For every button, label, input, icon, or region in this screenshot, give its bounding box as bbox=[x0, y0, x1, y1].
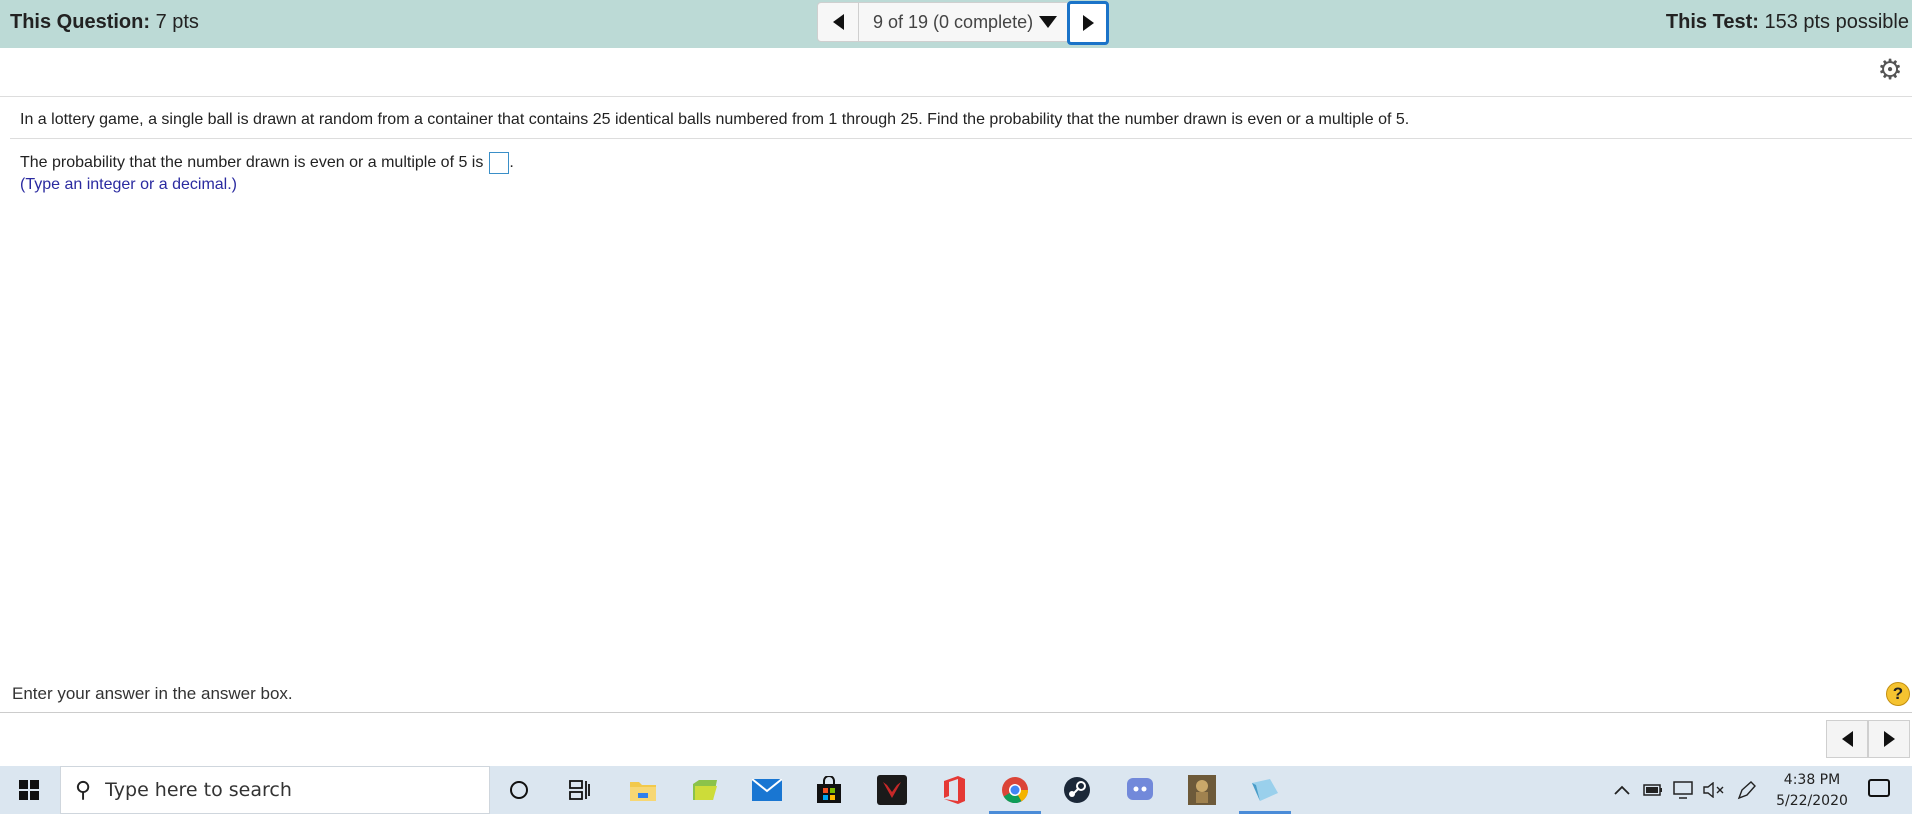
network-icon[interactable] bbox=[1673, 766, 1695, 814]
show-hidden-icons-icon[interactable] bbox=[1614, 766, 1630, 814]
top-bar: This Question: 7 pts 9 of 19 (0 complete… bbox=[0, 0, 1912, 48]
footer-pager bbox=[1826, 720, 1910, 758]
clock-time: 4:38 PM bbox=[1783, 772, 1841, 788]
question-points-value: 7 pts bbox=[155, 11, 199, 33]
question-select-label: 9 of 19 (0 complete) bbox=[873, 11, 1034, 32]
arrow-left-icon bbox=[832, 14, 844, 30]
volume-muted-icon[interactable] bbox=[1703, 766, 1725, 814]
divider bbox=[0, 96, 1912, 97]
folder-app-icon[interactable] bbox=[689, 774, 721, 806]
arrow-right-icon bbox=[1883, 731, 1895, 747]
taskbar-search-box[interactable]: ⚲ Type here to search bbox=[60, 766, 490, 814]
arrow-left-icon bbox=[1841, 731, 1853, 747]
caret-down-icon bbox=[1039, 16, 1058, 28]
file-explorer-icon[interactable] bbox=[627, 774, 659, 806]
battery-icon[interactable] bbox=[1643, 766, 1663, 814]
instruction-text: Enter your answer in the answer box. bbox=[12, 684, 293, 703]
answer-suffix: . bbox=[509, 154, 514, 171]
answer-prefix: The probability that the number drawn is… bbox=[20, 154, 484, 171]
paint-app-icon[interactable] bbox=[1249, 774, 1281, 806]
answer-input[interactable] bbox=[489, 152, 510, 174]
chrome-icon[interactable] bbox=[999, 774, 1031, 806]
test-points-value: 153 pts possible bbox=[1764, 11, 1909, 33]
game-icon[interactable] bbox=[1186, 774, 1218, 806]
clock-date: 5/22/2020 bbox=[1776, 793, 1848, 809]
question-navigator: 9 of 19 (0 complete) bbox=[817, 1, 1110, 45]
predator-sense-icon[interactable] bbox=[876, 774, 908, 806]
answer-line: The probability that the number drawn is… bbox=[20, 152, 514, 174]
test-points-label: This Test: bbox=[1665, 11, 1759, 33]
divider bbox=[0, 712, 1912, 713]
windows-taskbar: ⚲ Type here to search 4:38 PM 5/22/2020 bbox=[0, 766, 1912, 814]
divider bbox=[10, 138, 1912, 139]
store-icon[interactable] bbox=[813, 774, 845, 806]
footer-next-button[interactable] bbox=[1868, 720, 1910, 758]
mail-icon[interactable] bbox=[751, 774, 783, 806]
cortana-icon[interactable] bbox=[503, 774, 535, 806]
next-question-button[interactable] bbox=[1067, 1, 1110, 45]
search-icon: ⚲ bbox=[75, 777, 92, 802]
discord-icon[interactable] bbox=[1124, 774, 1156, 806]
answer-hint: (Type an integer or a decimal.) bbox=[20, 176, 237, 193]
question-text: In a lottery game, a single ball is draw… bbox=[20, 111, 1410, 128]
gear-icon[interactable]: ⚙ bbox=[1877, 56, 1903, 84]
test-points: This Test: 153 pts possible bbox=[1666, 11, 1909, 34]
task-view-icon[interactable] bbox=[564, 774, 596, 806]
taskbar-clock[interactable]: 4:38 PM 5/22/2020 bbox=[1762, 770, 1862, 812]
pen-icon[interactable] bbox=[1737, 766, 1757, 814]
footer-previous-button[interactable] bbox=[1826, 720, 1868, 758]
help-icon[interactable]: ? bbox=[1886, 682, 1910, 706]
notification-center-icon[interactable] bbox=[1868, 779, 1890, 797]
arrow-right-icon bbox=[1082, 15, 1094, 31]
question-points-label: This Question: bbox=[10, 11, 150, 33]
steam-icon[interactable] bbox=[1061, 774, 1093, 806]
question-points: This Question: 7 pts bbox=[10, 11, 199, 34]
office-icon[interactable] bbox=[938, 774, 970, 806]
previous-question-button[interactable] bbox=[817, 2, 859, 42]
windows-logo-icon bbox=[19, 780, 39, 800]
start-button[interactable] bbox=[0, 766, 58, 814]
question-select-dropdown[interactable]: 9 of 19 (0 complete) bbox=[859, 2, 1068, 42]
search-placeholder: Type here to search bbox=[105, 779, 292, 801]
